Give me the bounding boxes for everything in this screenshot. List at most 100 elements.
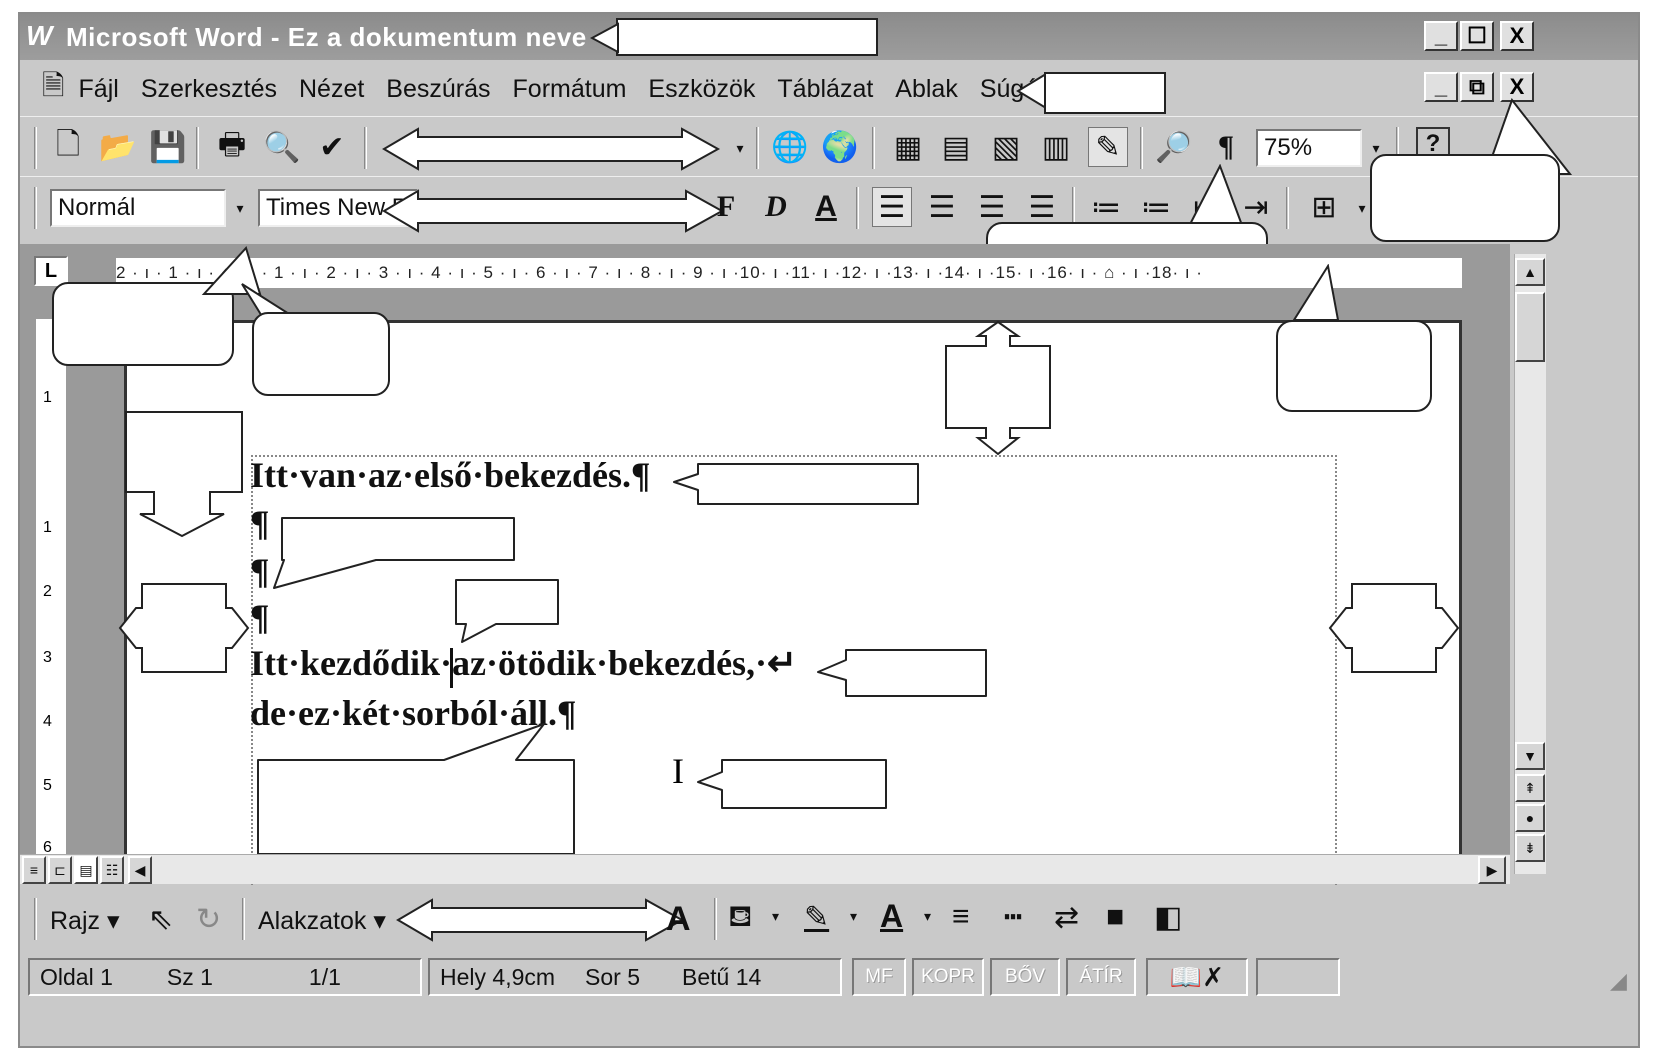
spellcheck-icon[interactable]: ✔ bbox=[312, 127, 352, 167]
insert-excel-icon[interactable]: ▧ bbox=[986, 127, 1026, 167]
autoshapes-menu-button[interactable]: Alakzatok ▾ bbox=[258, 906, 386, 936]
spelling-status-icon[interactable]: 📖✗ bbox=[1146, 958, 1248, 996]
callout-title-label bbox=[616, 18, 878, 56]
horizontal-scrollbar[interactable]: ≡ ⊏ ▤ ☷ ◀ ▶ bbox=[20, 854, 1510, 884]
status-line: Sor 5 bbox=[585, 963, 641, 990]
align-right-icon[interactable]: ☰ bbox=[972, 187, 1012, 227]
free-rotate-icon[interactable]: ↻ bbox=[196, 902, 221, 937]
browse-object-icon[interactable]: ● bbox=[1515, 804, 1545, 832]
web-toolbar-icon[interactable]: 🌍 bbox=[820, 127, 860, 167]
menu-edit[interactable]: Szerkesztés bbox=[141, 75, 277, 104]
vertical-ruler[interactable]: 1 1 2 3 4 5 6 bbox=[36, 319, 66, 867]
tab-selector[interactable]: L bbox=[34, 256, 68, 286]
document-icon[interactable]: 🗎 bbox=[42, 65, 65, 113]
paragraph-2[interactable]: ¶ bbox=[250, 502, 269, 544]
hyperlink-globe-icon[interactable]: 🌐 bbox=[770, 127, 810, 167]
status-macro-recorder[interactable]: MF bbox=[852, 958, 906, 996]
print-preview-icon[interactable]: 🔍 bbox=[262, 127, 302, 167]
scroll-up-icon[interactable]: ▲ bbox=[1515, 258, 1545, 286]
web-view-icon[interactable]: ⊏ bbox=[48, 856, 72, 884]
close-button[interactable]: X bbox=[1500, 21, 1534, 51]
document-map-icon[interactable]: 🔎 bbox=[1154, 127, 1194, 167]
numbering-icon[interactable]: ≔ bbox=[1086, 187, 1126, 227]
normal-view-icon[interactable]: ≡ bbox=[22, 856, 46, 884]
draw-menu-button[interactable]: Rajz ▾ bbox=[50, 906, 120, 936]
drawing-icon[interactable]: ✎ bbox=[1088, 127, 1128, 167]
underline-button[interactable]: A bbox=[806, 187, 846, 227]
undo-dropdown-icon[interactable]: ▾ bbox=[728, 131, 752, 165]
scroll-left-icon[interactable]: ◀ bbox=[128, 856, 152, 884]
wordart-icon[interactable]: A bbox=[666, 900, 691, 939]
new-document-icon[interactable]: 🗋 bbox=[48, 127, 88, 167]
align-center-icon[interactable]: ☰ bbox=[922, 187, 962, 227]
separator bbox=[1286, 187, 1289, 229]
font-color-icon[interactable]: A bbox=[880, 898, 903, 935]
paragraph-5-line-1[interactable]: Itt·kezdődik·az·ötödik·bekezdés,·↵ bbox=[250, 642, 797, 684]
bullets-icon[interactable]: ≔ bbox=[1136, 187, 1176, 227]
fill-color-dropdown-icon[interactable]: ▾ bbox=[772, 908, 779, 925]
menu-table[interactable]: Táblázat bbox=[777, 75, 873, 104]
previous-page-icon[interactable]: ⇞ bbox=[1515, 774, 1545, 802]
word-w-icon[interactable]: W bbox=[26, 20, 52, 52]
resize-grip-icon[interactable]: ◢ bbox=[1610, 968, 1627, 994]
italic-button[interactable]: D bbox=[756, 187, 796, 227]
vertical-scrollbar[interactable]: ▲ ▼ ⇞ ● ⇟ bbox=[1514, 254, 1546, 874]
scroll-thumb[interactable] bbox=[1515, 292, 1545, 362]
toolbar-grip bbox=[34, 127, 37, 169]
toolbar-grip bbox=[34, 187, 37, 229]
open-folder-icon[interactable]: 📂 bbox=[98, 127, 138, 167]
print-icon[interactable]: 🖶 bbox=[212, 127, 252, 167]
menu-window[interactable]: Ablak bbox=[895, 75, 958, 104]
menu-insert[interactable]: Beszúrás bbox=[386, 75, 490, 104]
status-column: Betű 14 bbox=[682, 963, 762, 990]
callout-paragraph1 bbox=[673, 463, 919, 505]
paragraph-1[interactable]: Itt·van·az·első·bekezdés.¶ bbox=[250, 454, 650, 496]
justify-icon[interactable]: ☰ bbox=[1022, 187, 1062, 227]
tables-borders-icon[interactable]: ▦ bbox=[888, 127, 928, 167]
line-color-dropdown-icon[interactable]: ▾ bbox=[850, 908, 857, 925]
vruler-mark: 1 bbox=[43, 519, 52, 536]
i-beam-cursor-icon: I bbox=[672, 751, 684, 791]
paragraph-4[interactable]: ¶ bbox=[250, 596, 269, 638]
style-dropdown-icon[interactable]: ▾ bbox=[228, 191, 252, 225]
line-color-icon[interactable]: ✎ bbox=[804, 900, 829, 935]
status-overtype[interactable]: ÁTÍR bbox=[1066, 958, 1136, 996]
select-pointer-icon[interactable]: ⇖ bbox=[148, 902, 173, 937]
dash-style-icon[interactable]: ┅ bbox=[1004, 900, 1022, 935]
bold-button[interactable]: F bbox=[706, 187, 746, 227]
status-track-changes[interactable]: KOPR bbox=[912, 958, 984, 996]
callout-toolbar-double-arrow bbox=[382, 127, 721, 171]
line-style-icon[interactable]: ≡ bbox=[952, 900, 970, 934]
callout-close-label bbox=[1370, 154, 1560, 242]
font-color-dropdown-icon[interactable]: ▾ bbox=[924, 908, 931, 925]
borders-icon[interactable]: ⊞ bbox=[1304, 187, 1344, 227]
menu-view[interactable]: Nézet bbox=[299, 75, 364, 104]
save-icon[interactable]: 💾 bbox=[148, 127, 188, 167]
callout-drawing-double-arrow bbox=[396, 898, 685, 942]
doc-minimize-button[interactable]: _ bbox=[1424, 72, 1458, 102]
align-left-icon[interactable]: ☰ bbox=[872, 187, 912, 227]
style-combo[interactable]: Normál bbox=[50, 189, 226, 227]
separator bbox=[196, 127, 199, 169]
next-page-icon[interactable]: ⇟ bbox=[1515, 834, 1545, 862]
zoom-combo[interactable]: 75% bbox=[1256, 129, 1362, 167]
menu-tools[interactable]: Eszközök bbox=[648, 75, 755, 104]
arrow-style-icon[interactable]: ⇄ bbox=[1054, 900, 1079, 935]
separator bbox=[1140, 127, 1143, 169]
status-extend[interactable]: BŐV bbox=[990, 958, 1060, 996]
insert-table-icon[interactable]: ▤ bbox=[936, 127, 976, 167]
print-layout-icon[interactable]: ▤ bbox=[74, 856, 98, 884]
outline-view-icon[interactable]: ☷ bbox=[100, 856, 124, 884]
pilcrow-icon[interactable]: ¶ bbox=[1206, 127, 1246, 167]
paragraph-3[interactable]: ¶ bbox=[250, 550, 269, 592]
columns-icon[interactable]: ▥ bbox=[1036, 127, 1076, 167]
fill-color-icon[interactable]: ⛾ bbox=[728, 900, 753, 938]
scroll-down-icon[interactable]: ▼ bbox=[1515, 742, 1545, 770]
maximize-button[interactable]: ☐ bbox=[1460, 21, 1494, 51]
menu-file[interactable]: Fájl bbox=[79, 75, 119, 104]
3d-icon[interactable]: ◧ bbox=[1154, 900, 1182, 935]
scroll-right-icon[interactable]: ▶ bbox=[1478, 856, 1506, 884]
menu-format[interactable]: Formátum bbox=[513, 75, 627, 104]
shadow-icon[interactable]: ■ bbox=[1106, 900, 1124, 934]
minimize-button[interactable]: _ bbox=[1424, 21, 1458, 51]
